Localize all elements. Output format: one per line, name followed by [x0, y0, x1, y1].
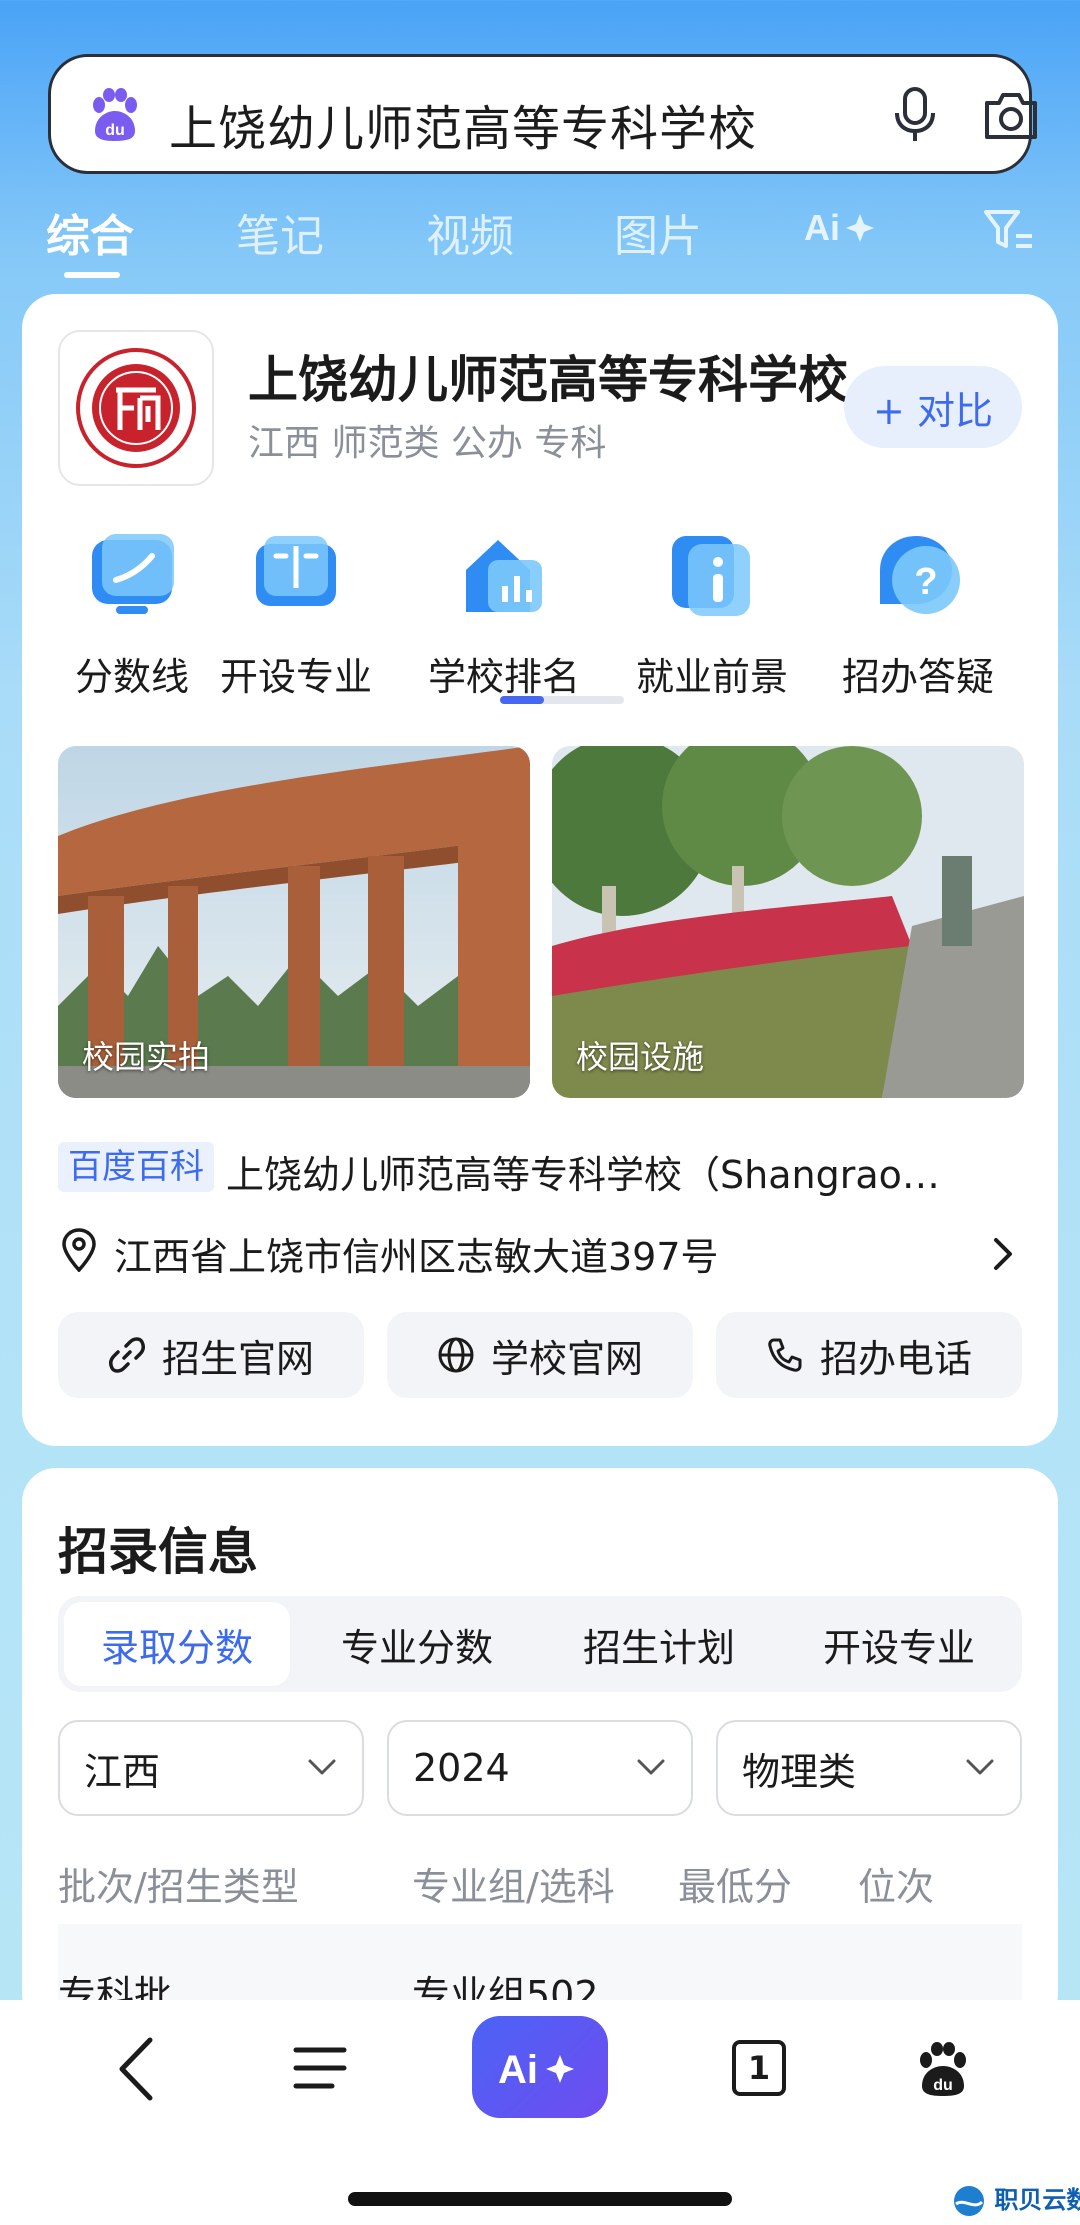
- admissions-site-button[interactable]: 招生官网: [58, 1312, 364, 1398]
- search-bar[interactable]: du 上饶幼儿师范高等专科学校: [48, 54, 1037, 174]
- filter-icon[interactable]: [984, 208, 1034, 252]
- tabs-count-button[interactable]: 1: [732, 2040, 786, 2096]
- ai-tab-icon[interactable]: Ai: [804, 206, 888, 246]
- info-icon: [672, 536, 750, 616]
- trend-icon: [92, 534, 174, 614]
- year-select[interactable]: 2024: [387, 1720, 693, 1816]
- admissions-phone-button[interactable]: 招办电话: [716, 1312, 1022, 1398]
- admission-card: 招录信息 录取分数 专业分数 招生计划 开设专业 江西 2024 物理类 批次/…: [22, 1468, 1058, 2028]
- tab-comprehensive[interactable]: 综合: [46, 200, 134, 264]
- chevron-down-icon: [966, 1759, 994, 1775]
- svg-text:Ai: Ai: [498, 2048, 538, 2089]
- watermark-logo-icon: [954, 2186, 984, 2216]
- segment-major-scores[interactable]: 专业分数: [304, 1602, 530, 1686]
- photo-caption: 校园实拍: [82, 1038, 211, 1076]
- column-header-min-score: 最低分: [678, 1865, 793, 1909]
- compare-button[interactable]: + 对比: [844, 366, 1022, 448]
- school-card: 上饶幼儿师范高等专科学校 江西 师范类 公办 专科 + 对比 分数线 开设专业: [22, 294, 1058, 1446]
- quick-link-faq[interactable]: ? 招办答疑: [830, 530, 1006, 701]
- book-icon: [256, 536, 336, 606]
- svg-text:du: du: [933, 2077, 953, 2094]
- section-title: 招录信息: [58, 1523, 258, 1581]
- ranking-icon: [466, 540, 542, 612]
- chevron-down-icon: [308, 1759, 336, 1775]
- subject-select[interactable]: 物理类: [716, 1720, 1022, 1816]
- globe-icon: [438, 1337, 474, 1373]
- quick-links-scrollbar: [500, 696, 624, 704]
- camera-icon[interactable]: [981, 87, 1041, 143]
- campus-photo-facilities[interactable]: 校园设施: [552, 746, 1024, 1098]
- tab-underline: [64, 272, 120, 278]
- ai-sparkle-icon: Ai: [498, 2048, 574, 2089]
- segment-enrollment-plan[interactable]: 招生计划: [546, 1602, 772, 1686]
- question-icon: ?: [880, 536, 960, 614]
- svg-text:du: du: [105, 122, 125, 139]
- segment-majors-offered[interactable]: 开设专业: [786, 1602, 1012, 1686]
- bottom-navigation: Ai 1 du 职贝云数: [0, 2000, 1080, 2225]
- search-input[interactable]: 上饶幼儿师范高等专科学校: [169, 89, 757, 159]
- phone-icon: [768, 1338, 802, 1372]
- svg-text:Ai: Ai: [804, 207, 840, 246]
- baike-summary-link[interactable]: 上饶幼儿师范高等专科学校（Shangrao…: [226, 1144, 940, 1199]
- tab-videos[interactable]: 视频: [426, 200, 514, 264]
- svg-text:?: ?: [914, 561, 937, 603]
- back-icon[interactable]: [116, 2036, 156, 2102]
- microphone-icon[interactable]: [887, 85, 943, 145]
- quick-link-majors[interactable]: 开设专业: [208, 530, 384, 701]
- column-header-group: 专业组/选科: [412, 1865, 615, 1909]
- school-address[interactable]: 江西省上饶市信州区志敏大道397号: [114, 1226, 719, 1281]
- school-name[interactable]: 上饶幼儿师范高等专科学校: [248, 340, 848, 412]
- result-tabs: 综合 笔记 视频 图片 Ai: [0, 200, 1080, 280]
- quick-link-career[interactable]: 就业前景: [624, 530, 800, 701]
- quick-link-ranking[interactable]: 学校排名: [416, 530, 592, 701]
- baidu-paw-icon: du: [93, 88, 137, 141]
- admission-segments: 录取分数 专业分数 招生计划 开设专业: [58, 1596, 1022, 1692]
- segment-admission-scores[interactable]: 录取分数: [64, 1602, 290, 1686]
- chevron-down-icon: [637, 1759, 665, 1775]
- quick-link-score-line[interactable]: 分数线: [44, 530, 220, 701]
- watermark: 职贝云数: [952, 2180, 1080, 2218]
- link-icon: [108, 1337, 146, 1373]
- baidu-home-icon[interactable]: du: [914, 2040, 972, 2098]
- menu-icon[interactable]: [292, 2044, 348, 2092]
- chevron-right-icon[interactable]: [990, 1234, 1018, 1274]
- tab-notes[interactable]: 笔记: [236, 200, 324, 264]
- ai-assistant-button[interactable]: Ai: [472, 2016, 608, 2118]
- school-tags: 江西 师范类 公办 专科: [248, 423, 607, 464]
- school-logo: [58, 330, 214, 486]
- baike-badge: 百度百科: [58, 1142, 214, 1192]
- province-select[interactable]: 江西: [58, 1720, 364, 1816]
- school-site-button[interactable]: 学校官网: [387, 1312, 693, 1398]
- scroll-thumb: [500, 696, 544, 704]
- column-header-batch: 批次/招生类型: [58, 1865, 299, 1909]
- home-indicator: [348, 2192, 732, 2206]
- tab-images[interactable]: 图片: [614, 200, 702, 264]
- campus-photo-gate[interactable]: 校园实拍: [58, 746, 530, 1098]
- column-header-rank: 位次: [858, 1865, 935, 1909]
- photo-caption: 校园设施: [576, 1038, 705, 1076]
- location-pin-icon: [62, 1228, 96, 1272]
